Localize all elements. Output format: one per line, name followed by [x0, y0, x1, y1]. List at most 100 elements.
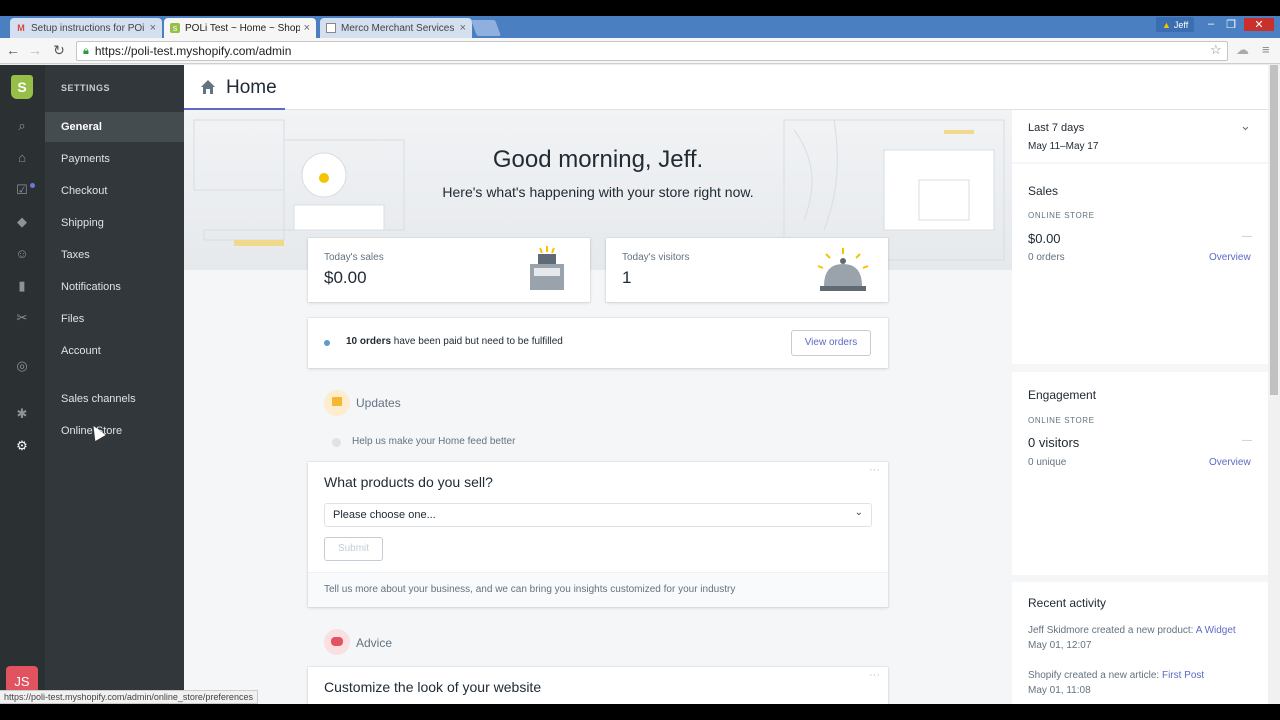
- settings-gear-icon[interactable]: ⚙: [13, 437, 31, 455]
- submit-button[interactable]: Submit: [324, 537, 383, 561]
- engagement-unique: 0 unique: [1028, 457, 1067, 468]
- stat-label: Today's visitors: [622, 252, 690, 263]
- close-icon[interactable]: ×: [304, 22, 310, 34]
- view-orders-button[interactable]: View orders: [791, 330, 871, 356]
- updates-title: Updates: [356, 396, 401, 410]
- date-range-dates: May 11–May 17: [1028, 141, 1099, 152]
- activity-link[interactable]: First Post: [1162, 670, 1204, 681]
- tab-title: Setup instructions for POi: [31, 22, 145, 34]
- todays-sales-card[interactable]: Today's sales $0.00: [308, 238, 590, 302]
- orders-icon[interactable]: ☑: [13, 181, 35, 199]
- sidebar-item-general[interactable]: General: [45, 112, 184, 142]
- activity-link[interactable]: A Widget: [1196, 625, 1236, 636]
- orders-notice-message: have been paid but need to be fulfilled: [391, 336, 563, 347]
- stat-value: 1: [622, 268, 632, 287]
- home-icon[interactable]: ⌂: [13, 149, 31, 167]
- orders-notice-card: 10 orders have been paid but need to be …: [308, 318, 888, 368]
- sidebar-item-taxes[interactable]: Taxes: [45, 240, 184, 270]
- page-header: Home: [184, 65, 1280, 111]
- browser-tab-merco[interactable]: Merco Merchant Services ×: [320, 18, 472, 38]
- sidebar-item-payments[interactable]: Payments: [45, 144, 184, 174]
- apps-puzzle-icon[interactable]: ✱: [13, 405, 31, 423]
- extension-icon[interactable]: ☁: [1236, 42, 1249, 58]
- bottom-black-bar: [0, 704, 1280, 720]
- sidebar-item-shipping[interactable]: Shipping: [45, 208, 184, 238]
- sidebar-item-sales-channels[interactable]: Sales channels: [45, 384, 184, 414]
- address-bar[interactable]: 🔒︎ https://poli-test.myshopify.com/admin: [76, 41, 1228, 61]
- activity-time: May 01, 12:07: [1028, 640, 1092, 651]
- customers-icon[interactable]: ☺: [13, 245, 31, 263]
- products-tag-icon[interactable]: ◆: [13, 213, 31, 231]
- recent-activity-title: Recent activity: [1028, 596, 1107, 610]
- sidebar-item-account[interactable]: Account: [45, 336, 184, 366]
- sidebar-item-checkout[interactable]: Checkout: [45, 176, 184, 206]
- more-options-icon[interactable]: ···: [869, 464, 880, 476]
- minimize-icon[interactable]: –: [1202, 18, 1220, 30]
- todays-visitors-card[interactable]: Today's visitors 1: [606, 238, 888, 302]
- star-icon[interactable]: ☆: [1210, 42, 1222, 58]
- shopify-logo-icon[interactable]: S: [11, 75, 33, 99]
- close-icon[interactable]: ×: [460, 22, 466, 34]
- more-options-icon[interactable]: ···: [869, 669, 880, 681]
- chevron-down-icon: ⌄: [854, 507, 863, 518]
- activity-text: Shopify created a new article:: [1028, 670, 1162, 681]
- screen: M Setup instructions for POi × s POLi Te…: [0, 0, 1280, 720]
- engagement-channel: ONLINE STORE: [1028, 416, 1095, 425]
- scrollbar-thumb[interactable]: [1270, 65, 1278, 395]
- cash-register-icon: [530, 246, 564, 290]
- recent-activity-card: Recent activity Jeff Skidmore created a …: [1012, 582, 1268, 720]
- greeting-heading: Good morning, Jeff.: [492, 146, 704, 173]
- browser-tab-gmail[interactable]: M Setup instructions for POi ×: [10, 18, 162, 38]
- reload-icon[interactable]: ↻: [50, 42, 68, 59]
- online-store-globe-icon[interactable]: ◎: [13, 357, 31, 375]
- sidebar-item-notifications[interactable]: Notifications: [45, 272, 184, 302]
- date-range-label: Last 7 days: [1028, 122, 1085, 134]
- settings-sidebar: SETTINGS General Payments Checkout Shipp…: [45, 65, 184, 720]
- date-range-selector[interactable]: Last 7 days May 11–May 17 ⌄: [1012, 110, 1268, 162]
- reports-icon[interactable]: ▮: [13, 277, 31, 295]
- products-card-footer: Tell us more about your business, and we…: [324, 584, 736, 595]
- back-icon[interactable]: ←: [4, 42, 22, 58]
- update-item-text[interactable]: Help us make your Home feed better: [352, 436, 515, 447]
- browser-user-chip[interactable]: ▲ Jeff: [1156, 17, 1195, 32]
- engagement-overview-link[interactable]: Overview: [1209, 457, 1251, 468]
- sales-value: $0.00: [1028, 231, 1061, 246]
- orders-count: 10 orders: [346, 336, 392, 347]
- browser-toolbar: ← → ↻ 🔒︎ https://poli-test.myshopify.com…: [0, 38, 1280, 64]
- sales-dash: —: [1242, 231, 1252, 242]
- products-select-value: Please choose one...: [333, 509, 436, 521]
- new-tab-button[interactable]: [471, 20, 501, 36]
- search-icon[interactable]: ⌕: [13, 117, 31, 135]
- engagement-summary-card: Engagement ONLINE STORE 0 visitors — 0 u…: [1012, 372, 1268, 575]
- close-icon[interactable]: ×: [150, 22, 156, 34]
- advice-card-title: Customize the look of your website: [324, 679, 542, 695]
- products-question-card: ··· What products do you sell? Please ch…: [308, 462, 888, 607]
- discounts-icon[interactable]: ✂: [13, 309, 31, 327]
- service-bell-icon: [817, 248, 869, 291]
- advice-title: Advice: [356, 636, 393, 650]
- browser-tab-shopify[interactable]: s POLi Test ~ Home ~ Shop ×: [164, 18, 316, 38]
- sidebar-item-online-store[interactable]: Online Store: [45, 416, 184, 446]
- engagement-title: Engagement: [1028, 388, 1097, 402]
- engagement-value: 0 visitors: [1028, 435, 1080, 450]
- home-icon: [201, 80, 215, 94]
- forward-icon[interactable]: →: [26, 42, 44, 58]
- icon-rail: S ⌕ ⌂ ☑ ◆ ☺ ▮ ✂ ◎ ✱ ⚙ JS: [0, 65, 45, 720]
- menu-icon[interactable]: ≡: [1262, 42, 1270, 57]
- sidebar-item-files[interactable]: Files: [45, 304, 184, 334]
- chevron-down-icon: ⌄: [1240, 118, 1251, 133]
- page-title: Home: [226, 77, 277, 98]
- close-window-icon[interactable]: ✕: [1244, 18, 1274, 31]
- lock-icon: 🔒︎: [83, 44, 89, 57]
- update-bullet: [332, 438, 341, 447]
- scrollbar[interactable]: [1268, 65, 1280, 720]
- main-content: Good morning, Jeff. Here's what's happen…: [184, 110, 1012, 720]
- status-bar-url: https://poli-test.myshopify.com/admin/on…: [0, 690, 258, 704]
- maximize-icon[interactable]: ❐: [1222, 18, 1240, 31]
- settings-heading: SETTINGS: [61, 83, 111, 93]
- sales-overview-link[interactable]: Overview: [1209, 252, 1251, 263]
- browser-user-name: Jeff: [1173, 19, 1189, 30]
- products-select[interactable]: Please choose one... ⌄: [324, 503, 872, 527]
- top-black-bar: [0, 0, 1280, 16]
- stat-label: Today's sales: [324, 252, 384, 263]
